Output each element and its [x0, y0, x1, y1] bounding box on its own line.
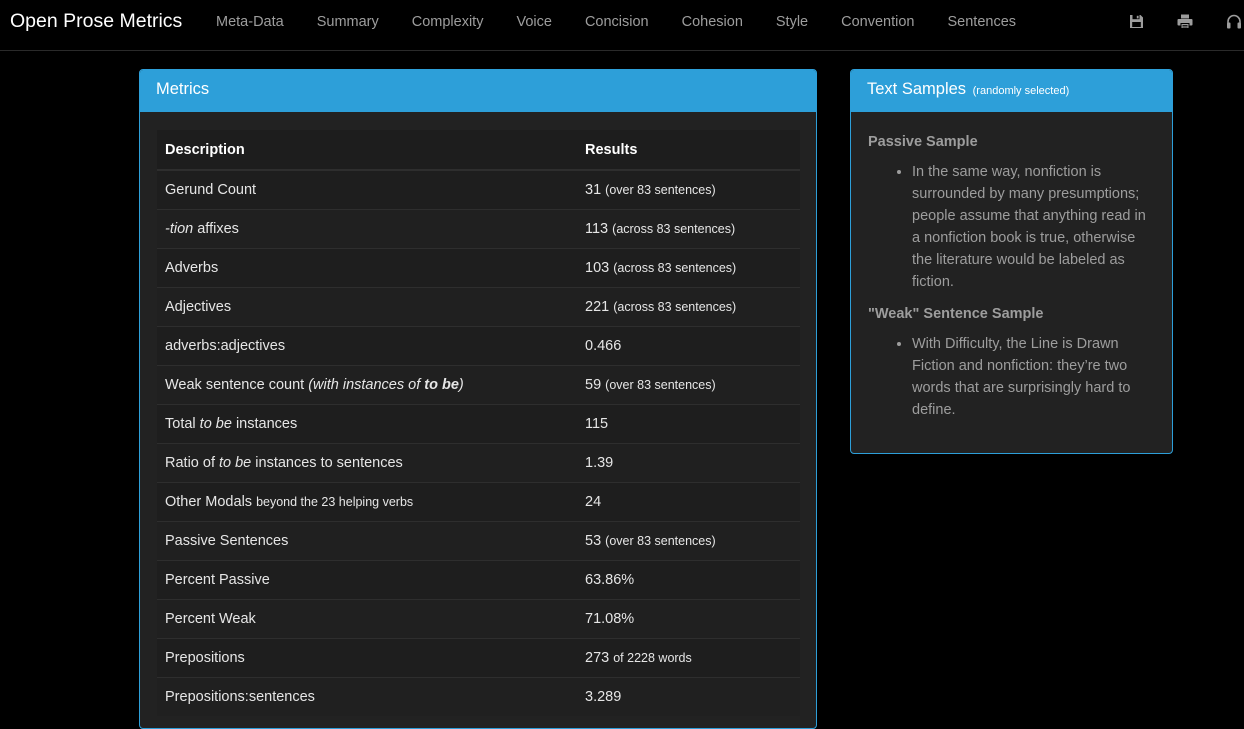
passive-sample-title: Passive Sample: [868, 134, 978, 150]
metric-description: Adverbs: [157, 248, 577, 288]
metrics-table: Description Results Gerund Count 31 (ove…: [157, 130, 800, 716]
metric-description: Total to be instances: [157, 404, 577, 444]
table-row: Gerund Count 31 (over 83 sentences): [157, 169, 800, 210]
table-header-row: Description Results: [157, 130, 800, 171]
table-row: Percent Weak 71.08%: [157, 599, 800, 639]
metric-result: 71.08%: [577, 599, 800, 639]
metrics-panel-title: Metrics: [140, 70, 816, 112]
table-row: -tion affixes 113 (across 83 sentences): [157, 209, 800, 249]
nav-item-meta-data[interactable]: Meta-Data: [216, 14, 284, 30]
metric-description: Other Modals beyond the 23 helping verbs: [157, 482, 577, 522]
metric-result: 53 (over 83 sentences): [577, 521, 800, 561]
metric-description: Adjectives: [157, 287, 577, 327]
text-samples-panel-title: Text Samples (randomly selected): [851, 70, 1172, 112]
table-row: Percent Passive 63.86%: [157, 560, 800, 600]
metric-description: Percent Passive: [157, 560, 577, 600]
save-icon[interactable]: [1126, 11, 1146, 31]
table-row: Ratio of to be instances to sentences 1.…: [157, 443, 800, 483]
metric-result: 3.289: [577, 677, 800, 716]
weak-sample-list: With Difficulty, the Line is Drawn Ficti…: [868, 333, 1155, 421]
headphones-icon[interactable]: [1224, 11, 1244, 31]
table-row: Weak sentence count (with instances of t…: [157, 365, 800, 405]
nav-item-sentences[interactable]: Sentences: [948, 14, 1017, 30]
metric-description: Weak sentence count (with instances of t…: [157, 365, 577, 405]
table-row: Prepositions 273 of 2228 words: [157, 638, 800, 678]
metric-description: Prepositions: [157, 638, 577, 678]
metric-result: 63.86%: [577, 560, 800, 600]
metric-result: 103 (across 83 sentences): [577, 248, 800, 288]
weak-sample-title: "Weak" Sentence Sample: [868, 306, 1044, 322]
metric-result: 273 of 2228 words: [577, 638, 800, 678]
nav-item-voice[interactable]: Voice: [516, 14, 551, 30]
table-row: Prepositions:sentences 3.289: [157, 677, 800, 716]
text-samples-panel: Text Samples (randomly selected) Passive…: [850, 69, 1173, 454]
table-row: Adverbs 103 (across 83 sentences): [157, 248, 800, 288]
nav-links: Meta-Data Summary Complexity Voice Conci…: [216, 0, 1049, 44]
metric-result: 1.39: [577, 443, 800, 483]
metric-result: 0.466: [577, 326, 800, 366]
column-header-results: Results: [577, 130, 800, 171]
samples-body: Passive Sample In the same way, nonficti…: [851, 112, 1172, 421]
metric-result: 31 (over 83 sentences): [577, 169, 800, 210]
metric-description: -tion affixes: [157, 209, 577, 249]
nav-item-summary[interactable]: Summary: [317, 14, 379, 30]
table-row: Passive Sentences 53 (over 83 sentences): [157, 521, 800, 561]
passive-sample-list: In the same way, nonfiction is surrounde…: [868, 161, 1155, 293]
column-header-description: Description: [157, 130, 577, 171]
metric-description: Passive Sentences: [157, 521, 577, 561]
nav-item-concision[interactable]: Concision: [585, 14, 649, 30]
nav-icon-group: [1097, 11, 1244, 31]
nav-item-convention[interactable]: Convention: [841, 14, 914, 30]
print-icon[interactable]: [1175, 11, 1195, 31]
metric-description: Percent Weak: [157, 599, 577, 639]
metric-description: adverbs:adjectives: [157, 326, 577, 366]
app-title[interactable]: Open Prose Metrics: [10, 10, 182, 33]
metric-description: Gerund Count: [157, 169, 577, 210]
nav-item-style[interactable]: Style: [776, 14, 808, 30]
top-navbar: Open Prose Metrics Meta-Data Summary Com…: [0, 0, 1244, 51]
metric-description: Ratio of to be instances to sentences: [157, 443, 577, 483]
samples-subtitle: (randomly selected): [972, 85, 1070, 97]
metric-result: 115: [577, 404, 800, 444]
table-row: Total to be instances 115: [157, 404, 800, 444]
weak-sample-text: With Difficulty, the Line is Drawn Ficti…: [912, 333, 1155, 421]
nav-item-cohesion[interactable]: Cohesion: [682, 14, 743, 30]
metric-result: 113 (across 83 sentences): [577, 209, 800, 249]
metric-description: Prepositions:sentences: [157, 677, 577, 716]
metrics-panel: Metrics Description Results Gerund Count…: [139, 69, 817, 729]
nav-item-complexity[interactable]: Complexity: [412, 14, 484, 30]
metric-result: 24: [577, 482, 800, 522]
samples-title: Text Samples: [867, 80, 967, 98]
metric-result: 221 (across 83 sentences): [577, 287, 800, 327]
table-row: adverbs:adjectives 0.466: [157, 326, 800, 366]
table-row: Other Modals beyond the 23 helping verbs…: [157, 482, 800, 522]
table-row: Adjectives 221 (across 83 sentences): [157, 287, 800, 327]
metric-result: 59 (over 83 sentences): [577, 365, 800, 405]
passive-sample-text: In the same way, nonfiction is surrounde…: [912, 161, 1155, 293]
